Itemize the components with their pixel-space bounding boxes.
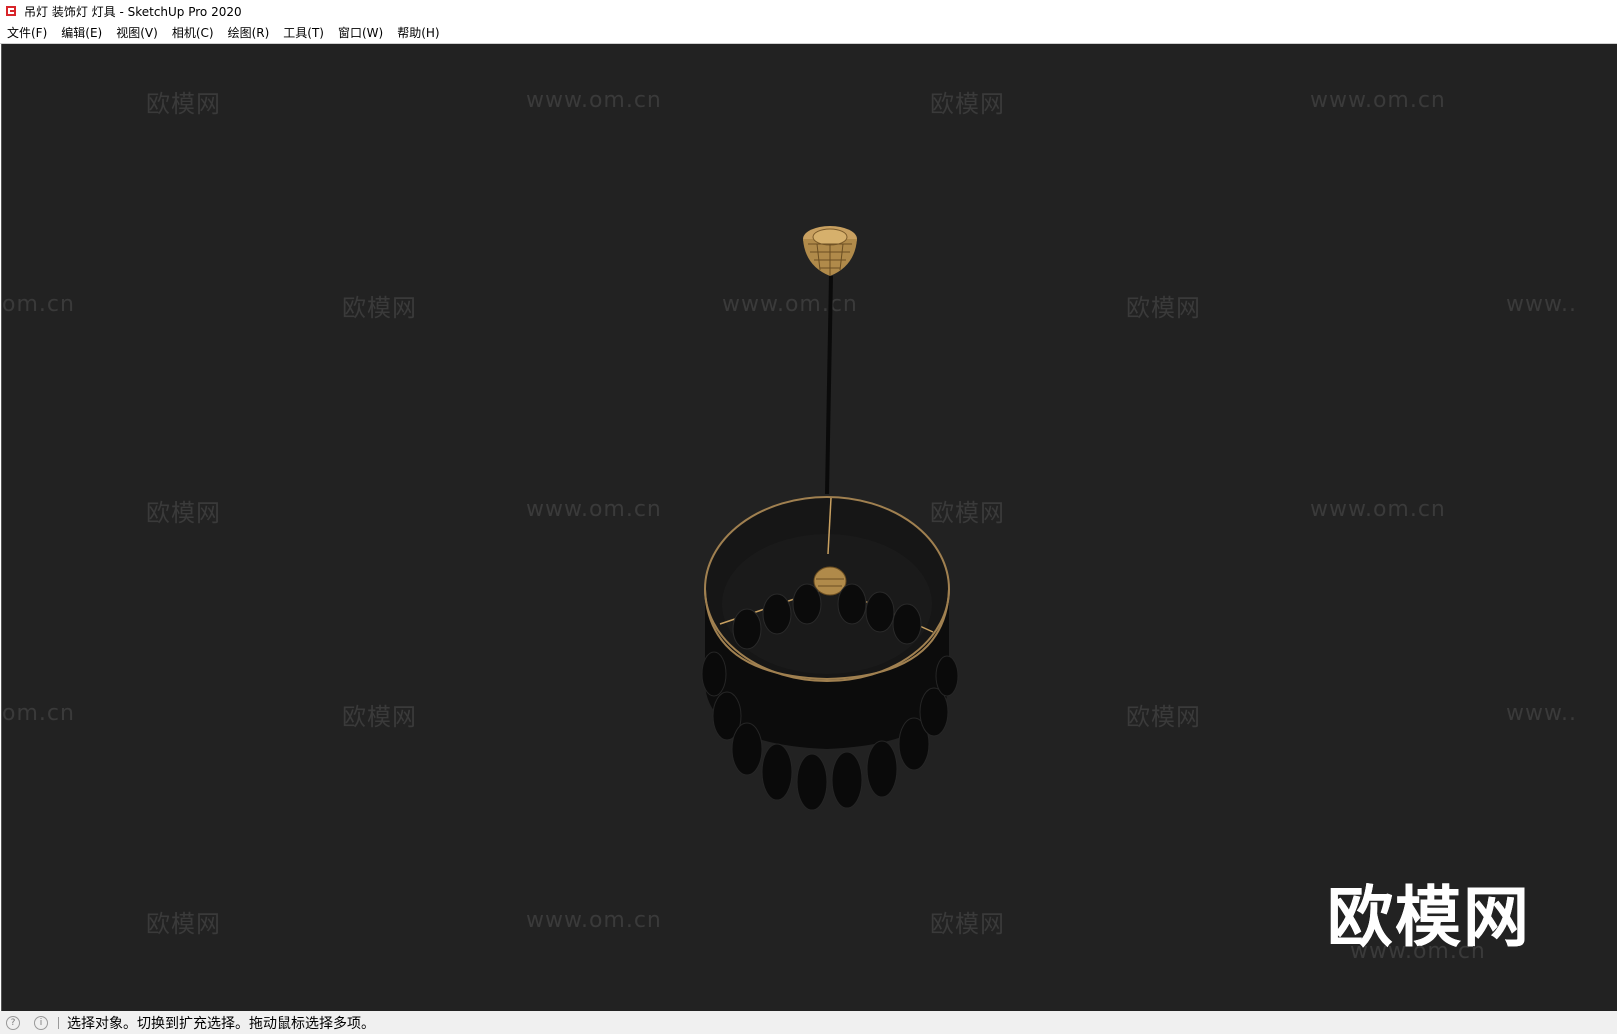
menu-file[interactable]: 文件(F) (0, 24, 54, 41)
status-text: 选择对象。切换到扩充选择。拖动鼠标选择多项。 (67, 1015, 375, 1032)
menu-tools[interactable]: 工具(T) (276, 24, 331, 41)
menu-help[interactable]: 帮助(H) (390, 24, 446, 41)
status-bar: ? i 选择对象。切换到扩充选择。拖动鼠标选择多项。 (0, 1011, 1617, 1034)
watermark-logo-url: www.om.cn (1350, 939, 1486, 964)
menu-window[interactable]: 窗口(W) (331, 24, 390, 41)
menu-edit[interactable]: 编辑(E) (54, 24, 109, 41)
info-icon[interactable]: i (34, 1015, 48, 1030)
geo-location-icon[interactable]: ? (6, 1015, 20, 1030)
ceiling-canopy (803, 226, 857, 276)
window-title: 吊灯 装饰灯 灯具 - SketchUp Pro 2020 (24, 4, 242, 19)
menu-bar: 文件(F) 编辑(E) 视图(V) 相机(C) 绘图(R) 工具(T) 窗口(W… (0, 22, 1617, 44)
menu-camera[interactable]: 相机(C) (165, 24, 221, 41)
status-separator (58, 1016, 59, 1029)
sketchup-app-icon (6, 6, 16, 16)
menu-view[interactable]: 视图(V) (109, 24, 165, 41)
3d-viewport[interactable]: 欧模网 www.om.cn 欧模网 www.om.cn om.cn 欧模网 ww… (1, 44, 1617, 1011)
hanging-rod (825, 275, 833, 495)
title-bar: 吊灯 装饰灯 灯具 - SketchUp Pro 2020 (0, 0, 1617, 22)
menu-draw[interactable]: 绘图(R) (221, 24, 277, 41)
